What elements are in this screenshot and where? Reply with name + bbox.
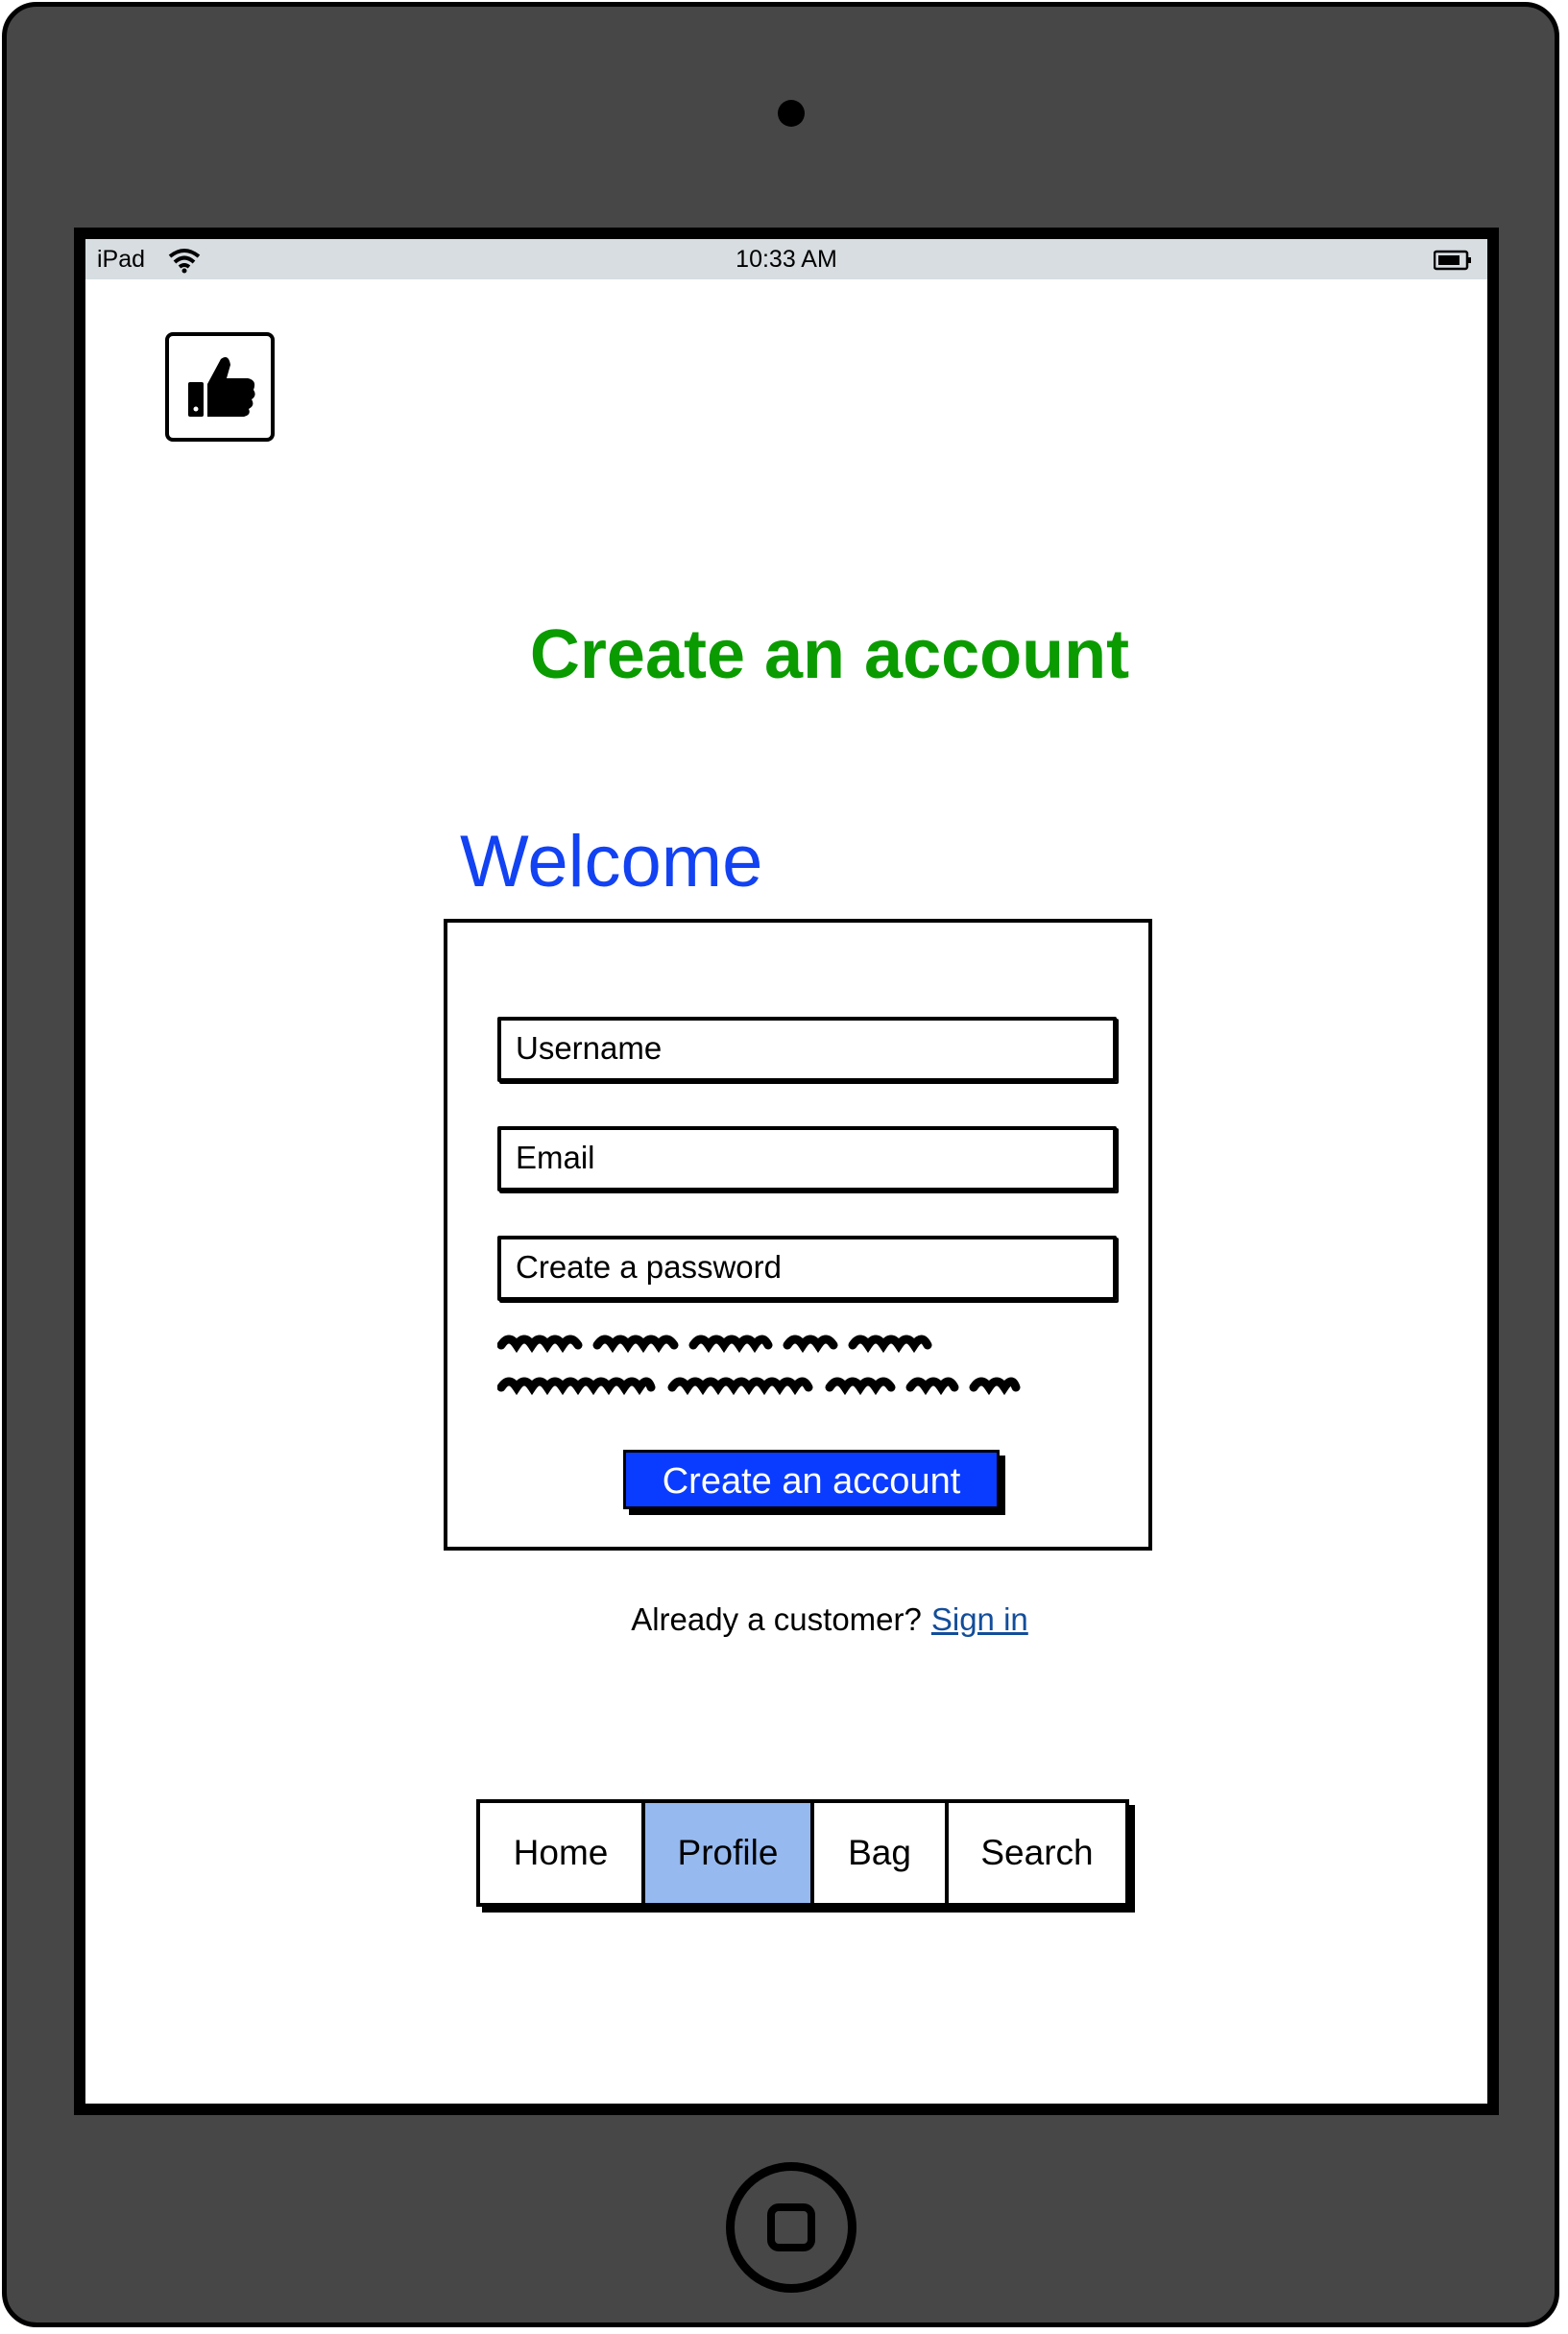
email-field[interactable]: Email: [497, 1126, 1117, 1191]
password-hint-scribble: [497, 1335, 1021, 1396]
tab-home[interactable]: Home: [480, 1803, 645, 1903]
status-time: 10:33 AM: [736, 246, 837, 273]
screen: iPad 10:33 AM Create an account Welcome …: [74, 228, 1499, 2115]
signin-row: Already a customer? Sign in: [85, 1601, 1487, 1638]
thumbs-up-icon: [188, 357, 255, 417]
signup-form: Username Email Create a password Create …: [444, 919, 1152, 1551]
signin-link[interactable]: Sign in: [931, 1601, 1028, 1637]
camera: [778, 100, 805, 127]
page-title: Create an account: [529, 616, 1130, 693]
signin-prompt: Already a customer?: [631, 1601, 922, 1637]
create-account-button[interactable]: Create an account: [623, 1450, 1000, 1509]
tab-search[interactable]: Search: [949, 1803, 1125, 1903]
status-bar: iPad 10:33 AM: [85, 239, 1487, 279]
logo[interactable]: [165, 332, 275, 442]
home-button-square: [767, 2203, 815, 2251]
tab-bar: Home Profile Bag Search: [476, 1799, 1129, 1907]
home-button[interactable]: [726, 2162, 856, 2293]
tab-profile[interactable]: Profile: [645, 1803, 814, 1903]
password-field[interactable]: Create a password: [497, 1236, 1117, 1301]
tablet-frame: iPad 10:33 AM Create an account Welcome …: [2, 2, 1559, 2327]
tab-bag[interactable]: Bag: [814, 1803, 949, 1903]
welcome-heading: Welcome: [460, 821, 763, 902]
battery-icon: [1434, 250, 1471, 271]
username-field[interactable]: Username: [497, 1017, 1117, 1082]
